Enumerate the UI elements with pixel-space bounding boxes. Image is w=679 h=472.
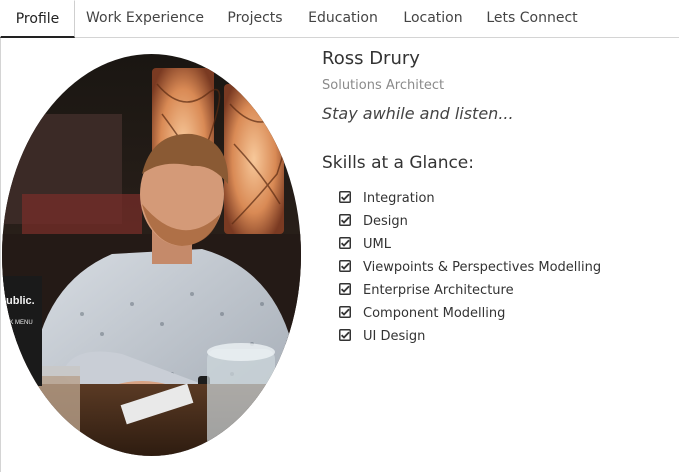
profile-tagline: Stay awhile and listen... bbox=[322, 104, 514, 123]
skill-item: Viewpoints & Perspectives Modelling bbox=[339, 258, 601, 281]
checkbox-checked-icon bbox=[339, 214, 351, 226]
tab-work-experience[interactable]: Work Experience bbox=[80, 0, 210, 38]
tab-education[interactable]: Education bbox=[300, 0, 386, 38]
skill-item: Component Modelling bbox=[339, 304, 601, 327]
checkbox-checked-icon bbox=[339, 283, 351, 295]
skill-label: Enterprise Architecture bbox=[363, 283, 514, 298]
tab-location[interactable]: Location bbox=[394, 0, 472, 38]
skill-item: UML bbox=[339, 235, 601, 258]
checkbox-checked-icon bbox=[339, 191, 351, 203]
skills-heading: Skills at a Glance: bbox=[322, 153, 474, 173]
skill-label: Viewpoints & Perspectives Modelling bbox=[363, 260, 602, 275]
profile-role: Solutions Architect bbox=[322, 78, 445, 93]
photo-menu-text: ublic. bbox=[6, 295, 35, 307]
skill-item: Integration bbox=[339, 189, 601, 212]
skill-item: Enterprise Architecture bbox=[339, 281, 601, 304]
skill-label: Design bbox=[363, 214, 408, 229]
skill-label: UI Design bbox=[363, 329, 426, 344]
tab-projects[interactable]: Projects bbox=[218, 0, 292, 38]
photo-menu-subtext: CK MENU bbox=[5, 320, 33, 326]
skill-label: Integration bbox=[363, 191, 435, 206]
panel-left-border bbox=[0, 38, 1, 472]
skill-label: UML bbox=[363, 237, 391, 252]
checkbox-checked-icon bbox=[339, 237, 351, 249]
profile-page: Profile Work Experience Projects Educati… bbox=[0, 0, 679, 472]
skill-item: Design bbox=[339, 212, 601, 235]
checkbox-checked-icon bbox=[339, 329, 351, 341]
tab-profile[interactable]: Profile bbox=[0, 0, 75, 38]
skills-list: Integration Design UML Viewpoints & Pers… bbox=[339, 189, 601, 350]
skill-item: UI Design bbox=[339, 327, 601, 350]
checkbox-checked-icon bbox=[339, 306, 351, 318]
tab-lets-connect[interactable]: Lets Connect bbox=[480, 0, 584, 38]
profile-photo: ublic. CK MENU bbox=[2, 54, 301, 456]
checkbox-checked-icon bbox=[339, 260, 351, 272]
tab-bar: Profile Work Experience Projects Educati… bbox=[0, 0, 679, 38]
profile-name: Ross Drury bbox=[322, 48, 420, 69]
skill-label: Component Modelling bbox=[363, 306, 506, 321]
